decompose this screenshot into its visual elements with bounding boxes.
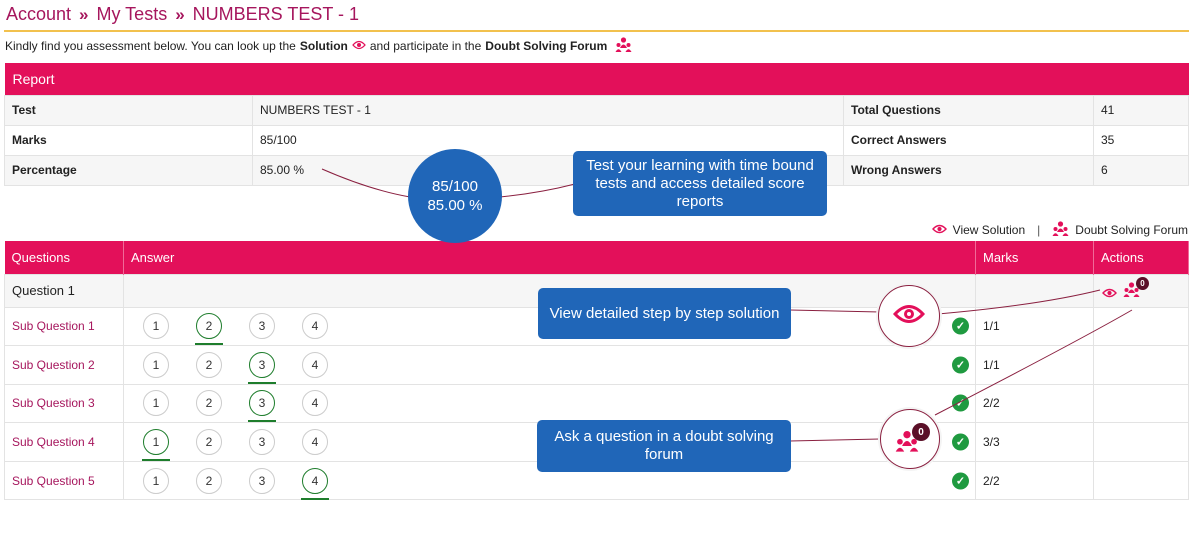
answer-option-selected: 2 [195, 313, 223, 346]
column-header-answer: Answer [123, 241, 976, 274]
sub-question-actions [1093, 383, 1189, 424]
check-circle-icon: ✓ [952, 433, 969, 451]
report-label: Marks [4, 124, 253, 156]
group-users-icon [615, 36, 632, 56]
report-value: 41 [1093, 94, 1189, 126]
report-label: Test [4, 94, 253, 126]
answer-option-selected: 4 [301, 467, 329, 500]
sub-question-marks: 1/1 [975, 306, 1094, 347]
breadcrumb-account-link[interactable]: Account [6, 4, 71, 25]
score-callout: 85/100 85.00 % [408, 149, 502, 243]
sub-question-actions [1093, 345, 1189, 385]
answer-option: 1 [143, 467, 169, 494]
answer-option: 4 [302, 351, 328, 378]
answer-option: 2 [196, 351, 222, 378]
intro-text: Kindly find you assessment below. You ca… [5, 36, 632, 56]
intro-text-part1: Kindly find you assessment below. You ca… [5, 39, 296, 53]
forum-count-badge: 0 [1136, 276, 1149, 290]
answer-option-selected: 3 [248, 390, 276, 423]
report-label: Percentage [4, 154, 253, 186]
sub-question-link[interactable]: Sub Question 2 [4, 345, 124, 385]
score-marks: 85/100 [432, 178, 478, 195]
answer-option-selected: 3 [248, 351, 276, 384]
sub-question-row: Sub Question 2 1 2 3 4 ✓ 1/1 [4, 345, 1189, 385]
answer-option: 3 [249, 313, 275, 340]
sub-question-actions [1093, 422, 1189, 462]
sub-question-actions [1093, 306, 1189, 347]
view-solution-link[interactable]: View Solution [953, 223, 1026, 237]
breadcrumb: Account » My Tests » NUMBERS TEST - 1 [6, 4, 359, 25]
page-title: NUMBERS TEST - 1 [192, 4, 360, 24]
answer-options: 1 2 3 4 ✓ [123, 345, 976, 385]
doubt-forum-link[interactable]: Doubt Solving Forum [1075, 223, 1188, 237]
answer-option: 4 [302, 429, 328, 456]
answer-option: 2 [196, 390, 222, 417]
solution-callout: View detailed step by step solution [538, 288, 791, 339]
breadcrumb-separator: » [175, 4, 185, 24]
sub-question-marks: 3/3 [975, 422, 1094, 462]
links-separator: | [1037, 223, 1041, 237]
breadcrumb-my-tests-link[interactable]: My Tests [97, 4, 168, 25]
report-value: NUMBERS TEST - 1 [252, 94, 844, 126]
column-header-marks: Marks [975, 241, 1094, 274]
question-actions: 0 [1093, 273, 1189, 308]
sub-question-marks: 1/1 [975, 345, 1094, 385]
eye-icon [352, 39, 366, 53]
answer-option: 1 [143, 313, 169, 340]
sub-question-marks: 2/2 [975, 460, 1094, 501]
intro-text-part2: and participate in the [369, 39, 482, 53]
eye-icon[interactable] [931, 223, 947, 237]
column-header-actions: Actions [1093, 241, 1189, 274]
sub-question-marks: 2/2 [975, 383, 1094, 424]
title-divider [4, 30, 1189, 32]
answer-option: 1 [143, 351, 169, 378]
report-value: 35 [1093, 124, 1189, 156]
answer-option: 3 [249, 429, 275, 456]
solution-forum-links: View Solution | Doubt Solving Forum [931, 220, 1188, 240]
question-group-label: Question 1 [4, 273, 124, 308]
answer-options: 1 2 3 4 ✓ [123, 383, 976, 424]
check-circle-icon: ✓ [952, 317, 969, 335]
report-row: Test NUMBERS TEST - 1 Total Questions 41 [4, 94, 1189, 126]
forum-count-badge: 0 [912, 423, 930, 441]
answer-option: 2 [196, 429, 222, 456]
check-circle-icon: ✓ [952, 356, 969, 374]
sub-question-row: Sub Question 3 1 2 3 4 ✓ 2/2 [4, 383, 1189, 424]
intro-forum-label: Doubt Solving Forum [485, 39, 608, 53]
eye-icon[interactable] [1102, 286, 1117, 301]
check-circle-icon: ✓ [952, 394, 969, 412]
answer-option: 1 [143, 390, 169, 417]
answer-option: 2 [196, 467, 222, 494]
report-value: 6 [1093, 154, 1189, 186]
score-percent: 85.00 % [427, 197, 483, 214]
intro-solution-label: Solution [299, 39, 348, 53]
eye-icon [892, 303, 926, 330]
forum-callout: Ask a question in a doubt solving forum [537, 420, 791, 472]
breadcrumb-separator: » [79, 4, 89, 24]
group-users-icon[interactable] [1052, 220, 1069, 240]
sub-question-link[interactable]: Sub Question 4 [4, 422, 124, 462]
report-label: Total Questions [843, 94, 1094, 126]
sub-question-link[interactable]: Sub Question 3 [4, 383, 124, 424]
sub-question-link[interactable]: Sub Question 5 [4, 460, 124, 501]
answer-option: 4 [302, 313, 328, 340]
report-label: Correct Answers [843, 124, 1094, 156]
report-label: Wrong Answers [843, 154, 1094, 186]
report-heading: Report [4, 63, 1189, 95]
answer-option: 3 [249, 467, 275, 494]
answer-option-selected: 1 [142, 429, 170, 462]
forum-icon-callout: 0 [880, 409, 940, 469]
check-circle-icon: ✓ [952, 472, 969, 490]
answer-option: 4 [302, 390, 328, 417]
eye-icon-callout [878, 285, 940, 347]
learning-callout: Test your learning with time bound tests… [573, 151, 827, 216]
column-header-questions: Questions [4, 241, 124, 274]
sub-question-actions [1093, 460, 1189, 501]
sub-question-link[interactable]: Sub Question 1 [4, 306, 124, 347]
